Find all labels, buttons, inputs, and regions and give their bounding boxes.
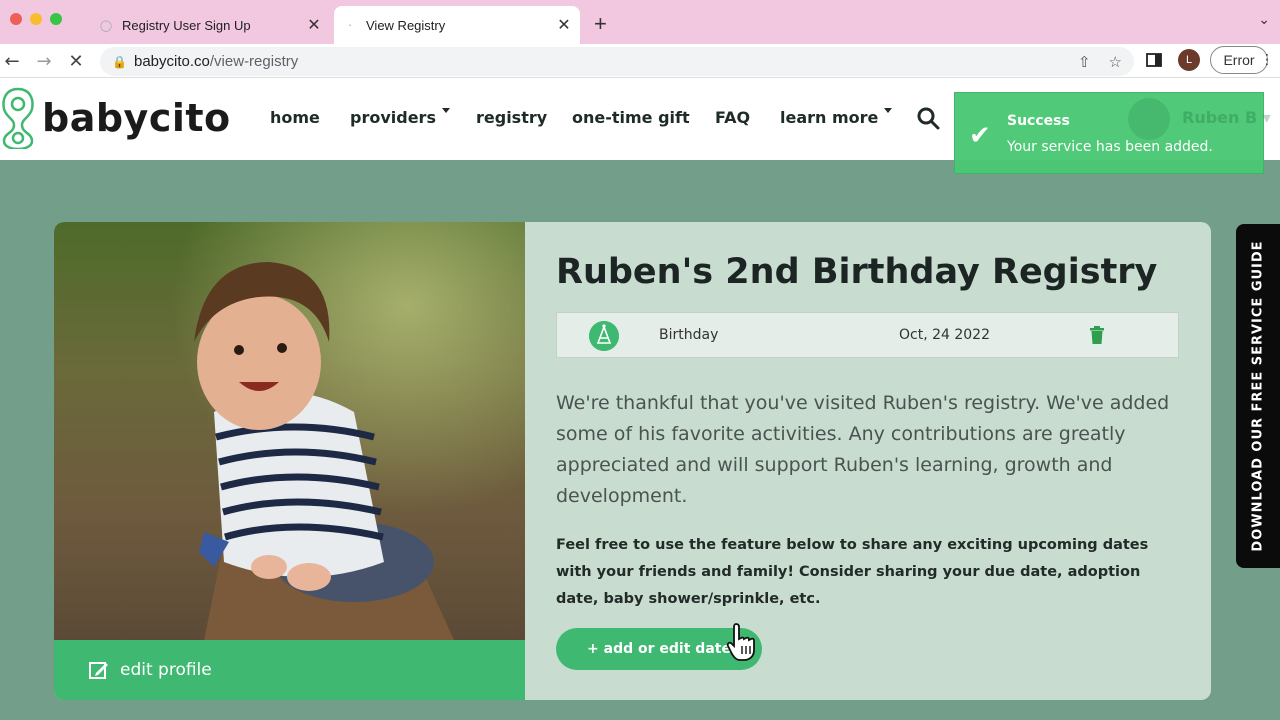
edit-pencil-icon [89, 662, 108, 679]
babycito-logo-icon [2, 87, 34, 149]
checkmark-icon: ✔ [969, 121, 991, 151]
event-type: Birthday [659, 327, 719, 343]
window-minimize-button[interactable] [30, 13, 42, 25]
url-path: /view-registry [209, 53, 299, 70]
download-service-guide-tab[interactable]: DOWNLOAD OUR FREE SERVICE GUIDE [1236, 224, 1280, 568]
new-tab-icon[interactable]: + [594, 11, 607, 37]
profile-avatar[interactable]: L [1178, 49, 1200, 71]
back-arrow-icon[interactable]: ← [0, 49, 24, 73]
loading-favicon-icon: ⋅ [348, 19, 352, 32]
user-avatar [1128, 98, 1170, 140]
tab-close-icon[interactable]: ✕ [554, 15, 574, 35]
nav-one-time-gift[interactable]: one-time gift [572, 108, 690, 127]
toast-message: Your service has been added. [1007, 139, 1213, 155]
nav-faq[interactable]: FAQ [715, 108, 750, 127]
party-hat-icon [589, 321, 619, 351]
forward-arrow-icon[interactable]: → [32, 49, 56, 73]
url-host: babycito.co [134, 53, 210, 70]
event-date: Oct, 24 2022 [899, 327, 990, 343]
caret-down-icon [441, 108, 450, 113]
tab-label: Registry User Sign Up [122, 17, 251, 33]
share-dates-text: Feel free to use the feature below to sh… [556, 537, 1149, 607]
user-name: Ruben B ▾ [1182, 108, 1271, 127]
nav-providers-label: providers [350, 108, 436, 127]
edit-profile-label: edit profile [120, 660, 212, 680]
window-zoom-button[interactable] [50, 13, 62, 25]
browser-tab-view-registry[interactable]: ⋅ View Registry ✕ [334, 6, 580, 44]
stop-loading-icon[interactable]: ✕ [64, 49, 88, 73]
registry-description: We're thankful that you've visited Ruben… [556, 392, 1170, 507]
side-panel-icon[interactable] [1146, 52, 1164, 70]
browser-tab-registry-sign-up[interactable]: ◯ Registry User Sign Up ✕ [90, 6, 330, 44]
user-menu-behind-toast[interactable]: Ruben B ▾ [1128, 98, 1271, 140]
registry-card: edit profile Ruben's 2nd Birthday Regist… [54, 222, 1211, 700]
tab-label: View Registry [366, 17, 446, 33]
toast-title: Success [1007, 113, 1070, 129]
lock-icon: 🔒 [112, 54, 127, 69]
nav-providers[interactable]: providers [350, 108, 450, 127]
more-options-icon[interactable]: ⋮ [1260, 52, 1274, 68]
search-icon[interactable] [916, 106, 940, 130]
registry-title: Ruben's 2nd Birthday Registry [556, 252, 1158, 292]
event-row: Birthday Oct, 24 2022 [556, 312, 1179, 358]
share-icon[interactable]: ⇧ [1078, 53, 1091, 71]
nav-home[interactable]: home [270, 108, 320, 127]
logo-text: babycito [42, 96, 231, 140]
child-photo-image [54, 222, 525, 640]
tab-close-icon[interactable]: ✕ [304, 15, 324, 35]
nav-registry[interactable]: registry [476, 108, 547, 127]
nav-learn-more-label: learn more [780, 108, 879, 127]
trash-icon[interactable] [1089, 326, 1105, 344]
address-bar[interactable]: 🔒 babycito.co/view-registry ⇧ ☆ [100, 47, 1134, 76]
browser-toolbar: ← → ✕ 🔒 babycito.co/view-registry ⇧ ☆ L … [0, 44, 1280, 78]
caret-down-icon [884, 108, 893, 113]
registry-photo [54, 222, 525, 640]
site-favicon-icon: ◯ [99, 19, 113, 32]
bookmark-star-icon[interactable]: ☆ [1109, 53, 1122, 71]
browser-tab-bar: ◯ Registry User Sign Up ✕ ⋅ View Registr… [0, 0, 1280, 44]
tab-search-chevron-icon[interactable]: ⌄ [1258, 12, 1270, 28]
hand-pointer-cursor-icon [726, 623, 755, 661]
nav-learn-more[interactable]: learn more [780, 108, 893, 127]
babycito-logo[interactable]: babycito [0, 86, 231, 150]
service-guide-label: DOWNLOAD OUR FREE SERVICE GUIDE [1250, 240, 1266, 552]
edit-profile-button[interactable]: edit profile [54, 640, 525, 700]
window-close-button[interactable] [10, 13, 22, 25]
